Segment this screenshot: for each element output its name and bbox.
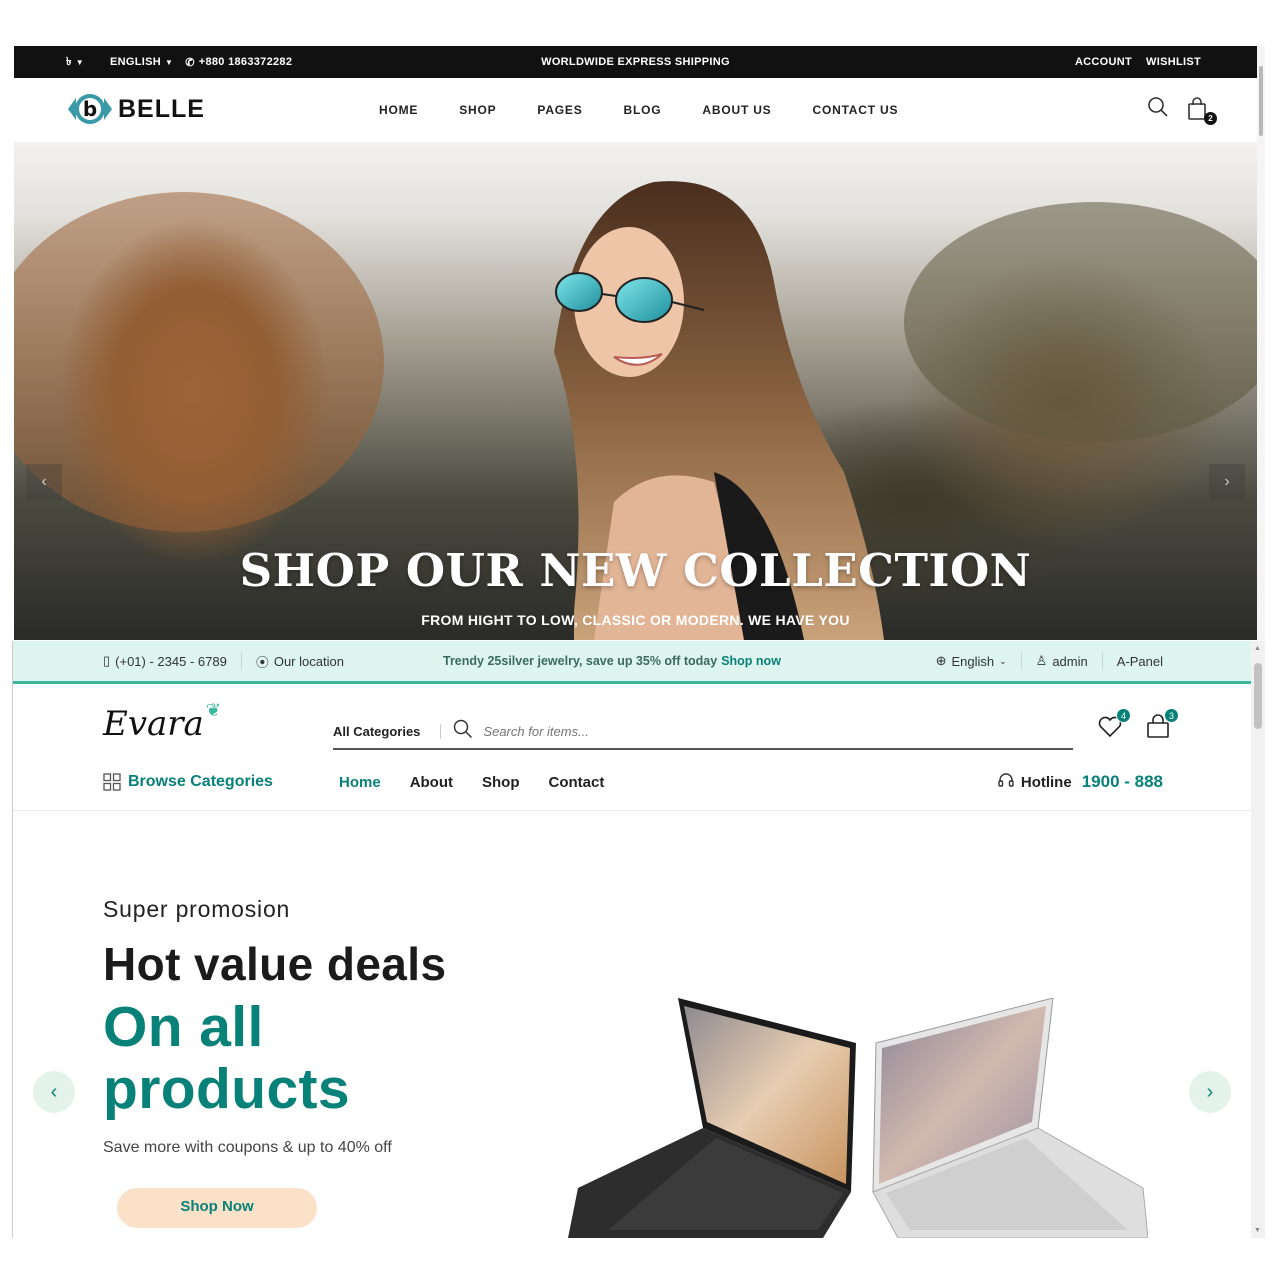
hero-highlight-line2: products (103, 1057, 351, 1121)
admin-panel-link[interactable]: A-Panel (1117, 654, 1163, 669)
user-icon: ♙ (1035, 653, 1048, 668)
phone-number: +880 1863372282 (198, 56, 293, 68)
cart-button[interactable]: 3 (1145, 708, 1179, 740)
evara-header: Evara ❦ All Categories 4 3 Browse Catego… (13, 684, 1251, 811)
phone-number: (+01) - 2345 - 6789 (115, 653, 227, 669)
hero-slider: ‹ › SHOP OUR NEW COLLECTION FROM HIGHT T… (14, 142, 1257, 640)
grid-icon (103, 773, 121, 791)
evara-hero-slider: Super promosion Hot value deals On all p… (13, 812, 1251, 1238)
caret-down-icon: ▼ (75, 57, 84, 67)
promo-text: Trendy 25silver jewelry, save up 35% off… (443, 654, 718, 668)
hero-next-arrow[interactable]: › (1209, 464, 1245, 500)
nav-shop[interactable]: SHOP (459, 103, 496, 117)
nav-contact-us[interactable]: CONTACT US (813, 103, 899, 117)
leaf-icon: ❦ (205, 700, 221, 721)
nav-home[interactable]: Home (339, 774, 381, 791)
hero-next-arrow[interactable]: › (1189, 1071, 1231, 1113)
belle-scrollbar[interactable] (1257, 46, 1265, 640)
nav-pages[interactable]: PAGES (537, 103, 582, 117)
evara-nav-row: Browse Categories Home About Shop Contac… (103, 766, 1163, 798)
evara-scrollbar[interactable]: ▲ ▼ (1251, 641, 1265, 1238)
evara-logo-text: Evara (103, 704, 204, 744)
headphones-icon (997, 771, 1015, 793)
nav-shop[interactable]: Shop (482, 774, 520, 791)
hero-subtitle: FROM HIGHT TO LOW, CLASSIC OR MODERN. WE… (421, 612, 850, 628)
phone-contact[interactable]: ✆ +880 1863372282 (185, 56, 292, 69)
language-selector[interactable]: ⊕ English ⌄ (936, 653, 1007, 669)
hero-highlight-line1: On all (103, 995, 264, 1059)
location-link[interactable]: ⦿ Our location (256, 652, 344, 671)
nav-contact[interactable]: Contact (549, 774, 605, 791)
hero-title: SHOP OUR NEW COLLECTION (239, 544, 1032, 597)
hero-highlight: On all products (103, 996, 350, 1120)
nav-about[interactable]: About (410, 774, 453, 791)
hotline-number: 1900 - 888 (1081, 772, 1163, 791)
map-pin-icon: ⦿ (255, 654, 269, 670)
cart-button[interactable]: 2 (1187, 96, 1217, 125)
evara-logo[interactable]: Evara ❦ (103, 700, 221, 744)
belle-logo[interactable]: b BELLE (66, 92, 205, 126)
belle-top-bar: ৳ ▼ ENGLISH ▼ ✆ +880 1863372282 WORLDWID… (14, 46, 1257, 78)
nav-blog[interactable]: BLOG (624, 103, 662, 117)
evara-main-nav: Home About Shop Contact (339, 774, 604, 791)
phone-contact[interactable]: ▯ (+01) - 2345 - 6789 (103, 653, 227, 669)
browse-categories-label: Browse Categories (128, 773, 273, 790)
user-account[interactable]: ♙ admin (1036, 653, 1088, 669)
belle-logo-text: BELLE (118, 94, 205, 123)
hotline-label: Hotline (1020, 773, 1072, 791)
evara-page: ▯ (+01) - 2345 - 6789 ⦿ Our location Tre… (12, 641, 1251, 1238)
user-name: admin (1052, 653, 1088, 669)
cart-count-badge: 3 (1164, 708, 1179, 723)
hero-description: Save more with coupons & up to 40% off (103, 1139, 392, 1156)
currency-selector[interactable]: ৳ ▼ (66, 53, 84, 72)
location-label: Our location (273, 653, 344, 669)
promo-shop-now-link[interactable]: Shop now (721, 654, 781, 668)
search-bar: All Categories (333, 714, 1073, 750)
currency-symbol: ৳ (66, 55, 72, 68)
browse-categories-button[interactable]: Browse Categories (103, 773, 273, 791)
wishlist-link[interactable]: WISHLIST (1146, 56, 1201, 68)
hero-title: Hot value deals (103, 938, 447, 990)
laptops-product-image (568, 998, 1148, 1238)
cart-count-badge: 2 (1204, 111, 1217, 125)
wishlist-count-badge: 4 (1116, 708, 1131, 723)
hero-subtitle: Super promosion (103, 896, 291, 922)
nav-home[interactable]: HOME (379, 103, 418, 117)
belle-header: b BELLE HOME SHOP PAGES BLOG ABOUT US CO… (14, 78, 1257, 142)
nav-about-us[interactable]: ABOUT US (702, 103, 771, 117)
shipping-notice: WORLDWIDE EXPRESS SHIPPING (541, 56, 730, 68)
search-input[interactable] (483, 723, 984, 739)
shop-now-button[interactable]: Shop Now (117, 1188, 317, 1228)
category-select[interactable]: All Categories (333, 723, 442, 739)
belle-page: ৳ ▼ ENGLISH ▼ ✆ +880 1863372282 WORLDWID… (14, 46, 1257, 640)
phone-icon: ▯ (103, 653, 111, 668)
language-label: English (951, 653, 995, 669)
language-selector[interactable]: ENGLISH ▼ (110, 56, 173, 68)
belle-main-nav: HOME SHOP PAGES BLOG ABOUT US CONTACT US (379, 78, 898, 142)
search-icon[interactable] (1147, 96, 1169, 123)
account-link[interactable]: ACCOUNT (1075, 56, 1132, 68)
globe-icon: ⊕ (935, 653, 947, 668)
hero-prev-arrow[interactable]: ‹ (33, 1071, 75, 1113)
belle-logo-icon: b (66, 92, 114, 126)
wishlist-button[interactable]: 4 (1097, 708, 1131, 740)
chevron-down-icon: ⌄ (999, 655, 1007, 666)
caret-down-icon: ▼ (165, 57, 174, 67)
hero-prev-arrow[interactable]: ‹ (26, 464, 62, 500)
language-label: ENGLISH (110, 56, 161, 68)
svg-text:b: b (83, 97, 97, 121)
hotline[interactable]: Hotline 1900 - 888 (997, 771, 1163, 793)
evara-top-bar: ▯ (+01) - 2345 - 6789 ⦿ Our location Tre… (13, 641, 1251, 684)
search-icon[interactable] (453, 719, 473, 744)
phone-icon: ✆ (185, 56, 195, 69)
